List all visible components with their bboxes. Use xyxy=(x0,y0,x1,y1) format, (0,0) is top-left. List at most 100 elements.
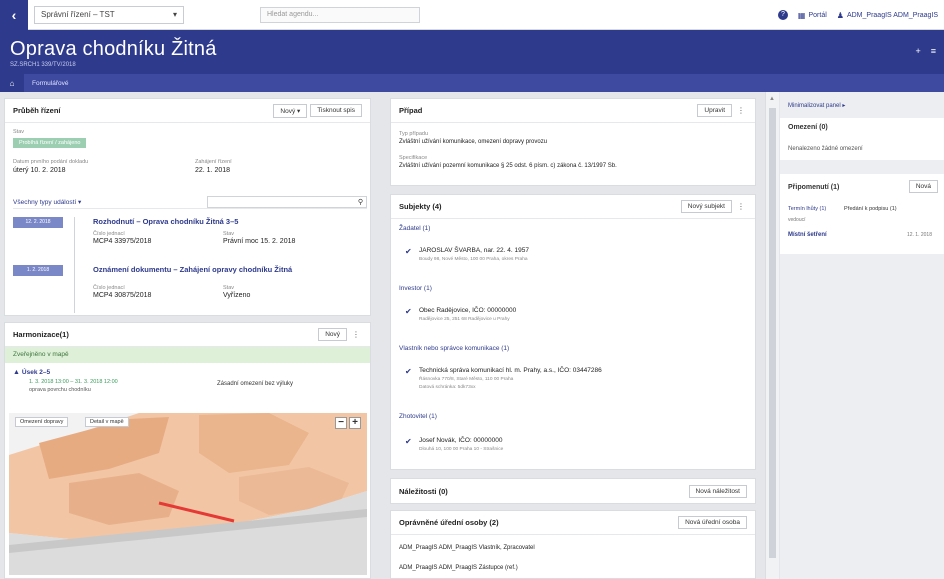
map-view[interactable]: Omezení dopravy Detail v mapě − + xyxy=(9,413,367,575)
timeline-entry[interactable]: 12. 2. 2018 Rozhodnutí – Oprava chodníku… xyxy=(13,215,367,263)
new-subject-button[interactable]: Nový subjekt xyxy=(680,200,732,213)
back-arrow-icon[interactable]: ‹ xyxy=(0,0,28,30)
filter-row: Všechny typy událostí ▾ ⚲ xyxy=(13,195,367,209)
subject-name: Josef Novák, IČO: 00000000 xyxy=(419,437,503,444)
group-zhotovitel[interactable]: Zhotovitel (1) xyxy=(399,413,437,420)
help-icon[interactable]: ? xyxy=(777,10,788,20)
new-official-button[interactable]: Nová úřední osoba xyxy=(678,516,747,529)
prubeh-title: Průběh řízení xyxy=(13,106,61,115)
timeline-lbl2: Stav xyxy=(223,231,235,237)
harmonogram-item-title[interactable]: Úsek 2–5 xyxy=(22,369,50,376)
global-search-input[interactable]: Hledat agendu... xyxy=(260,7,420,23)
published-info: Zveřejněno v mapě xyxy=(5,347,370,363)
reminder-item[interactable]: Místní šetření xyxy=(788,232,827,238)
print-file-button[interactable]: Tisknout spis xyxy=(310,104,362,117)
tab-formulare[interactable]: Formulářové xyxy=(24,74,76,92)
subject-detail: Radějovice 25, 251 68 Radějovice u Prahy xyxy=(419,317,510,322)
harmonogram-item-right: Zásadní omezení bez výluky xyxy=(217,381,294,387)
pripomenuti-title: Připomenutí (1) xyxy=(788,184,840,191)
home-icon[interactable]: ⌂ xyxy=(0,74,24,92)
portal-menu[interactable]: ▦ Portál xyxy=(798,11,827,20)
page-header: Oprava chodníku Žitná SZ.SRCH1 339/TV/20… xyxy=(0,30,944,74)
nalezitosti-title: Náležitosti (0) xyxy=(399,486,448,496)
scroll-up-icon[interactable]: ▲ xyxy=(769,96,775,102)
subject-name: Obec Radějovice, IČO: 00000000 xyxy=(419,307,517,314)
timeline-title[interactable]: Oznámení dokumentu – Zahájení opravy cho… xyxy=(93,265,292,274)
subjekty-title: Subjekty (4) xyxy=(399,202,442,211)
omezeni-title: Omezení (0) xyxy=(788,124,828,131)
new-dropdown-button[interactable]: Nový ▾ xyxy=(273,103,308,118)
user-menu-label: ADM_PraagIS ADM_PraagIS xyxy=(846,11,938,19)
search-icon: ⚲ xyxy=(357,198,363,206)
timeline-date: 1. 2. 2018 xyxy=(13,265,63,276)
more-icon[interactable]: ⋮ xyxy=(735,106,747,115)
reminder-deadline-link[interactable]: Termín lhůty (1) xyxy=(788,206,826,212)
subject-name: JAROSLAV ŠVARBA, nar. 22. 4. 1957 xyxy=(419,247,529,254)
case-type-label: Typ případu xyxy=(399,131,429,137)
group-investor[interactable]: Investor (1) xyxy=(399,285,432,292)
omezeni-empty-text: Nenalezeno žádné omezení xyxy=(788,146,863,152)
spec-label: Specifikace xyxy=(399,155,428,161)
app-selector-label: Správní řízení – TST xyxy=(41,10,115,19)
map-canvas xyxy=(9,413,367,575)
chevron-down-icon: ▾ xyxy=(172,10,177,19)
official-row: ADM_PraagIS ADM_PraagIS Vlastník, Zpraco… xyxy=(399,545,535,551)
harmonogram-title: Harmonizace(1) xyxy=(13,330,69,339)
pripomenuti-section: Připomenutí (1) Nová Termín lhůty (1) Př… xyxy=(780,174,944,254)
map-detail-button[interactable]: Detail v mapě xyxy=(85,417,129,427)
right-panel: Minimalizovat panel ▸ Omezení (0) Nenale… xyxy=(780,92,944,579)
check-icon: ✔ xyxy=(405,367,412,376)
group-vlastnik[interactable]: Vlastník nebo správce komunikace (1) xyxy=(399,345,509,352)
case-number: SZ.SRCH1 339/TV/2018 xyxy=(10,62,76,68)
harmonogram-item-desc: oprava povrchu chodníku xyxy=(29,387,91,393)
group-zadatel[interactable]: Žadatel (1) xyxy=(399,225,430,232)
timeline-entry[interactable]: 1. 2. 2018 Oznámení dokumentu – Zahájení… xyxy=(13,263,367,313)
nalezitosti-card: Náležitosti (0) Nová náležitost xyxy=(390,478,756,504)
reminder-sub: vedoucí xyxy=(788,217,806,223)
filter-search-input[interactable]: ⚲ xyxy=(207,195,367,208)
start-label: Zahájení řízení xyxy=(195,159,232,165)
osoby-title: Oprávněné úřední osoby (2) xyxy=(399,518,499,527)
zoom-in-button[interactable]: + xyxy=(349,417,361,429)
edit-button[interactable]: Upravit xyxy=(697,104,732,117)
user-menu[interactable]: ♟ ADM_PraagIS ADM_PraagIS xyxy=(837,11,938,20)
subject-name: Technická správa komunikací hl. m. Prahy… xyxy=(419,367,602,374)
timeline-date: 12. 2. 2018 xyxy=(13,217,63,228)
page-title: Oprava chodníku Žitná xyxy=(10,38,217,60)
timeline-lbl2: Stav xyxy=(223,285,235,291)
top-bar: ‹ Správní řízení – TST ▾ Hledat agendu..… xyxy=(0,0,944,30)
tab-bar: ⌂ Formulářové xyxy=(0,74,944,92)
timeline-val2: Právní moc 15. 2. 2018 xyxy=(223,238,296,245)
status-badge: Probíhá řízení / zahájeno xyxy=(13,138,87,148)
app-selector[interactable]: Správní řízení – TST ▾ xyxy=(34,5,184,24)
grid-icon: ▦ xyxy=(797,10,806,20)
osoby-card: Oprávněné úřední osoby (2) Nová úřední o… xyxy=(390,510,756,579)
zoom-out-button[interactable]: − xyxy=(335,417,347,429)
event-type-filter[interactable]: Všechny typy událostí ▾ xyxy=(13,198,81,206)
menu-icon[interactable]: ≡ xyxy=(931,46,936,56)
pripad-title: Případ xyxy=(399,106,423,115)
more-icon[interactable]: ⋮ xyxy=(735,202,747,211)
add-icon[interactable]: + xyxy=(915,46,920,56)
check-icon: ✔ xyxy=(405,437,412,446)
new-requirement-button[interactable]: Nová náležitost xyxy=(688,484,747,498)
scrollbar[interactable]: ▲ xyxy=(765,92,779,579)
subject-detail: Řásnovka 770/8, Staré Město, 110 00 Prah… xyxy=(419,377,514,382)
user-icon: ♟ xyxy=(836,10,844,20)
timeline-val2: Vyřízeno xyxy=(223,292,251,299)
scroll-thumb[interactable] xyxy=(769,108,776,558)
timeline-lbl1: Číslo jednací xyxy=(93,231,125,237)
new-reminder-button[interactable]: Nová xyxy=(908,180,938,193)
check-icon: ✔ xyxy=(405,307,412,316)
timeline-val1: MCP4 33975/2018 xyxy=(93,238,152,245)
portal-menu-label: Portál xyxy=(808,11,827,19)
traffic-restriction-button[interactable]: Omezení dopravy xyxy=(15,417,69,427)
timeline-title[interactable]: Rozhodnutí – Oprava chodníku Žitná 3–5 xyxy=(93,217,238,226)
reminder-date: 12. 1. 2018 xyxy=(906,232,932,238)
subject-detail: Boudy 98, Nové Město, 100 00 Praha, okre… xyxy=(419,257,528,262)
minimize-panel-link[interactable]: Minimalizovat panel ▸ xyxy=(788,102,845,109)
subject-detail: Dlouhá 10, 100 00 Praha 10 - Strašnice xyxy=(419,447,504,452)
more-icon[interactable]: ⋮ xyxy=(350,330,362,339)
new-harmonogram-button[interactable]: Nový xyxy=(318,328,347,341)
reminder-text: Předání k podpisu (1) xyxy=(844,206,897,212)
